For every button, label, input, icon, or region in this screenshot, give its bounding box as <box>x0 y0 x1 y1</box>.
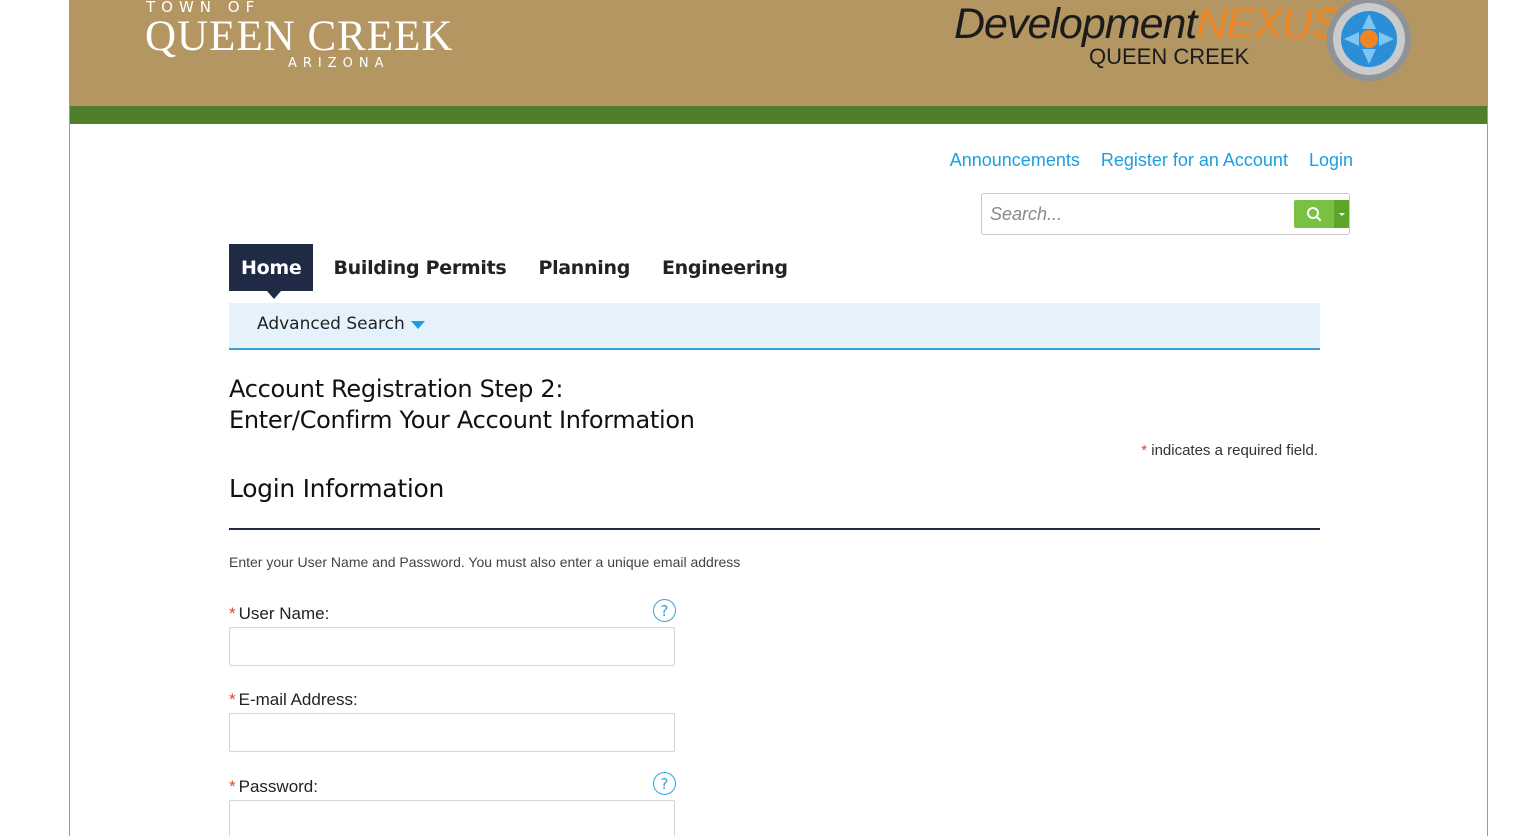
header-green-strip <box>70 106 1487 124</box>
nexus-emblem-icon <box>1327 0 1411 81</box>
chevron-down-icon <box>1338 212 1345 216</box>
town-logo-state: ARIZONA <box>288 56 390 71</box>
town-logo-name: QUEEN CREEK <box>145 13 454 60</box>
main-tabs: Home Building Permits Planning Engineeri… <box>229 244 801 299</box>
global-search <box>981 193 1350 235</box>
password-input[interactable] <box>229 800 675 836</box>
nexus-logo-text: DevelopmentNEXUS <box>954 0 1341 48</box>
username-input[interactable] <box>229 627 675 666</box>
email-label-text: E-mail Address: <box>238 690 358 709</box>
password-field-group: * Password: ? <box>229 772 676 836</box>
login-instructions: Enter your User Name and Password. You m… <box>229 554 741 570</box>
tab-engineering-label: Engineering <box>662 256 788 279</box>
tab-building-permits-label: Building Permits <box>333 256 507 279</box>
search-button[interactable] <box>1294 200 1334 228</box>
tab-home[interactable]: Home <box>229 244 314 299</box>
email-input[interactable] <box>229 713 675 752</box>
section-divider <box>229 528 1320 530</box>
password-label-text: Password: <box>238 777 318 796</box>
tab-engineering[interactable]: Engineering <box>649 244 801 291</box>
username-field-group: * User Name: ? <box>229 599 676 666</box>
section-title-login-information: Login Information <box>229 474 445 503</box>
nexus-logo-subtitle: QUEEN CREEK <box>1089 44 1250 69</box>
register-account-link[interactable]: Register for an Account <box>1101 150 1288 171</box>
required-field-note: * indicates a required field. <box>1141 442 1318 459</box>
search-options-dropdown[interactable] <box>1334 200 1349 228</box>
help-icon[interactable]: ? <box>653 599 676 622</box>
advanced-search-menu[interactable]: Advanced Search <box>257 314 425 334</box>
required-note-text: indicates a required field. <box>1147 442 1318 459</box>
password-label: * Password: <box>229 776 676 798</box>
help-icon[interactable]: ? <box>653 772 676 795</box>
development-nexus-logo[interactable]: DevelopmentNEXUS QUEEN CREEK <box>954 0 1341 100</box>
username-label-text: User Name: <box>238 604 330 623</box>
search-input[interactable] <box>982 194 1292 234</box>
tab-planning-label: Planning <box>538 256 630 279</box>
page-title-line1: Account Registration Step 2: <box>229 375 564 403</box>
required-star: * <box>229 690 236 709</box>
sub-navigation: Advanced Search <box>229 303 1320 350</box>
login-link[interactable]: Login <box>1309 150 1353 171</box>
announcements-link[interactable]: Announcements <box>950 150 1080 171</box>
page-frame: TOWN OF QUEEN CREEK ARIZONA DevelopmentN… <box>69 0 1488 836</box>
header-banner: TOWN OF QUEEN CREEK ARIZONA DevelopmentN… <box>70 0 1487 106</box>
advanced-search-label: Advanced Search <box>257 314 405 334</box>
email-label: * E-mail Address: <box>229 689 676 711</box>
tab-planning[interactable]: Planning <box>525 244 643 291</box>
required-star: * <box>229 777 236 796</box>
tab-building-permits[interactable]: Building Permits <box>320 244 519 291</box>
page-title-line2: Enter/Confirm Your Account Information <box>229 406 695 434</box>
required-star: * <box>229 604 236 623</box>
caret-down-icon <box>410 321 425 329</box>
nexus-logo-nexus: NEXUS <box>1196 0 1340 48</box>
email-field-group: * E-mail Address: <box>229 689 676 752</box>
search-icon <box>1307 207 1321 221</box>
tab-home-label: Home <box>241 256 302 279</box>
nexus-logo-development: Development <box>954 0 1197 48</box>
page-title: Account Registration Step 2: Enter/Confi… <box>229 374 695 436</box>
top-nav-links: Announcements Register for an Account Lo… <box>950 150 1353 171</box>
username-label: * User Name: <box>229 603 676 625</box>
